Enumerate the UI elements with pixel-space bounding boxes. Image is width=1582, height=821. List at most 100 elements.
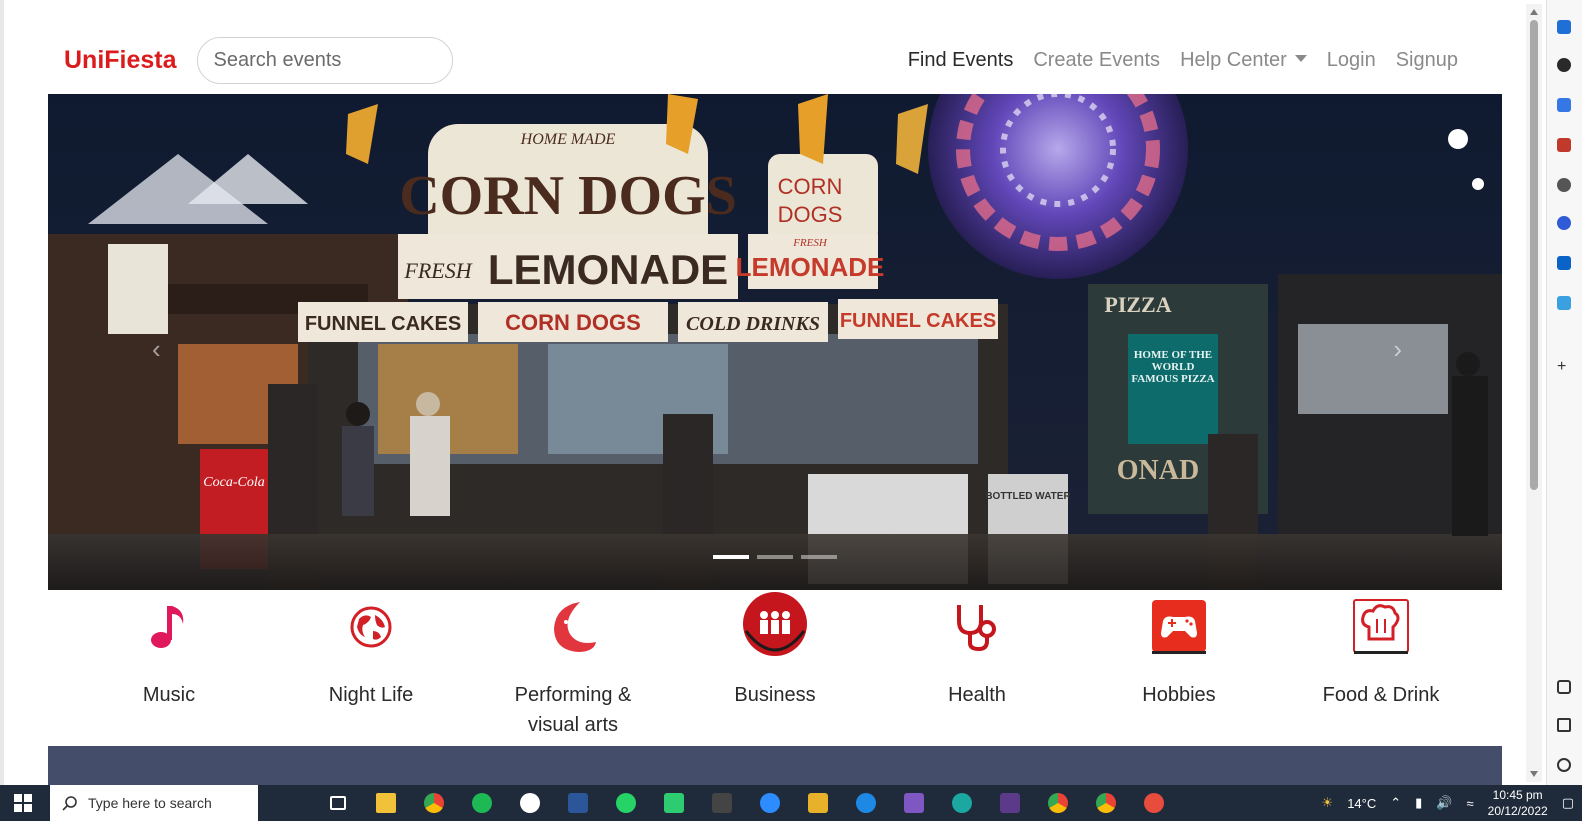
time: 10:45 pm bbox=[1492, 788, 1543, 802]
word-icon[interactable] bbox=[560, 789, 596, 817]
cold-drinks-sign: COLD DRINKS bbox=[686, 313, 820, 335]
briefcase-icon[interactable] bbox=[1557, 138, 1571, 152]
category-label: Hobbies bbox=[1142, 684, 1216, 706]
spotify-icon[interactable] bbox=[464, 789, 500, 817]
search-icon[interactable] bbox=[1557, 58, 1571, 72]
home-of-pizza-sign: HOME OF THE WORLD FAMOUS PIZZA bbox=[1131, 349, 1215, 385]
nav-find-events[interactable]: Find Events bbox=[908, 49, 1014, 72]
zoom-icon[interactable] bbox=[752, 789, 788, 817]
funnel-cakes-sign-2: FUNNEL CAKES bbox=[840, 310, 996, 332]
search-placeholder: Search events bbox=[213, 48, 342, 71]
battery-icon[interactable]: ▮ bbox=[1415, 795, 1422, 811]
category-label: Night Life bbox=[328, 684, 414, 706]
scroll-down-arrow-icon[interactable] bbox=[1530, 771, 1538, 777]
category-hobbies[interactable]: Hobbies bbox=[1079, 592, 1279, 710]
funnel-cakes-sign-1: FUNNEL CAKES bbox=[305, 313, 461, 335]
scroll-thumb[interactable] bbox=[1530, 20, 1538, 490]
browser-viewport: UniFiesta Search events Find Events Crea… bbox=[0, 0, 1546, 786]
chrome-profile-icon[interactable] bbox=[1040, 789, 1076, 817]
carousel-indicator-3[interactable] bbox=[801, 555, 837, 559]
tag-icon[interactable] bbox=[1557, 98, 1571, 112]
footer-bar bbox=[48, 746, 1502, 786]
copilot-icon[interactable] bbox=[1557, 216, 1571, 230]
person-icon[interactable] bbox=[1557, 178, 1571, 192]
hero-carousel[interactable]: Coca-Cola HOME MADE CORN DOGS CORN DOGS … bbox=[48, 94, 1502, 590]
search-input[interactable]: Search events bbox=[196, 36, 453, 84]
carousel-indicator-2[interactable] bbox=[757, 555, 793, 559]
outlook-icon[interactable] bbox=[1557, 256, 1571, 270]
stethoscope-icon bbox=[877, 592, 1077, 662]
page-scrollbar[interactable] bbox=[1526, 4, 1542, 782]
browser-sidebar: + bbox=[1546, 0, 1582, 785]
chrome-profile-2-icon[interactable] bbox=[1088, 789, 1124, 817]
external-link-icon[interactable] bbox=[1557, 718, 1571, 732]
taskbar-search[interactable]: Type here to search bbox=[50, 785, 258, 821]
window-icon[interactable] bbox=[1557, 680, 1571, 694]
category-label-line2: visual arts bbox=[527, 714, 619, 736]
nav-login[interactable]: Login bbox=[1327, 49, 1376, 72]
pizza-sign: PIZZA bbox=[1104, 292, 1171, 317]
windows-taskbar: Type here to search ☀ 14°C ⌃ ▮ 🔊 ≈ 10:45… bbox=[0, 785, 1582, 821]
bell-icon[interactable] bbox=[1557, 20, 1571, 34]
carousel-prev-arrow-icon[interactable]: ‹ bbox=[152, 334, 161, 365]
category-label: Health bbox=[948, 684, 1006, 706]
whatsapp-icon[interactable] bbox=[608, 789, 644, 817]
notifications-icon[interactable]: ▢ bbox=[1562, 795, 1574, 811]
globe-icon bbox=[271, 592, 471, 662]
nav-signup[interactable]: Signup bbox=[1396, 49, 1458, 72]
category-label: Business bbox=[734, 684, 816, 706]
terminal-icon[interactable] bbox=[992, 789, 1028, 817]
category-health[interactable]: Health bbox=[877, 592, 1077, 710]
windows-start-icon[interactable] bbox=[0, 785, 46, 821]
date: 20/12/2022 bbox=[1487, 804, 1548, 818]
file-explorer-icon[interactable] bbox=[368, 789, 404, 817]
nav-links: Find Events Create Events Help Center Lo… bbox=[908, 49, 1458, 72]
paint-icon[interactable] bbox=[800, 789, 836, 817]
category-performing-arts[interactable]: Performing & visual arts bbox=[473, 592, 673, 740]
brand-logo[interactable]: UniFiesta bbox=[64, 46, 177, 75]
carousel-next-arrow-icon[interactable]: › bbox=[1393, 334, 1402, 365]
blue-app-icon[interactable] bbox=[848, 789, 884, 817]
weather-icon[interactable]: ☀ bbox=[1322, 795, 1334, 811]
category-label: Music bbox=[142, 684, 196, 706]
gamepad-icon bbox=[1079, 592, 1279, 662]
category-label: Performing & visual arts bbox=[473, 680, 673, 740]
settings-icon[interactable] bbox=[1557, 758, 1571, 772]
fresh-sign: FRESH bbox=[403, 258, 472, 283]
search-icon bbox=[62, 796, 77, 811]
category-night-life[interactable]: Night Life bbox=[271, 592, 471, 710]
navbar: UniFiesta Search events Find Events Crea… bbox=[48, 36, 1468, 84]
volume-icon[interactable]: 🔊 bbox=[1436, 795, 1452, 811]
visual-studio-icon[interactable] bbox=[896, 789, 932, 817]
caret-down-icon bbox=[1294, 54, 1307, 62]
chrome-icon[interactable] bbox=[416, 789, 452, 817]
corn-small-sign: CORN bbox=[778, 174, 843, 199]
edge-icon[interactable] bbox=[944, 789, 980, 817]
dev-icon[interactable] bbox=[704, 789, 740, 817]
nav-help-center[interactable]: Help Center bbox=[1180, 49, 1307, 72]
red-app-icon[interactable] bbox=[1136, 789, 1172, 817]
carousel-indicators bbox=[713, 555, 837, 559]
corn-dogs-big-sign: CORN DOGS bbox=[399, 165, 737, 227]
system-tray: ☀ 14°C ⌃ ▮ 🔊 ≈ 10:45 pm 20/12/2022 ▢ bbox=[1322, 787, 1582, 819]
chef-hat-icon bbox=[1281, 592, 1481, 662]
coca-cola-sign: Coca-Cola bbox=[203, 475, 264, 490]
music-note-icon bbox=[69, 592, 269, 662]
task-view-icon[interactable] bbox=[320, 789, 356, 817]
category-food-drink[interactable]: Food & Drink bbox=[1281, 592, 1481, 710]
wordpad-icon[interactable] bbox=[512, 789, 548, 817]
nav-create-events[interactable]: Create Events bbox=[1033, 49, 1160, 72]
category-music[interactable]: Music bbox=[69, 592, 269, 710]
temperature[interactable]: 14°C bbox=[1347, 796, 1376, 811]
carousel-indicator-1[interactable] bbox=[713, 555, 749, 559]
green-app-icon[interactable] bbox=[656, 789, 692, 817]
corn-dogs-sign: CORN DOGS bbox=[505, 310, 641, 335]
scroll-up-arrow-icon[interactable] bbox=[1530, 9, 1538, 15]
wifi-icon[interactable]: ≈ bbox=[1467, 796, 1474, 811]
dogs-small-sign: DOGS bbox=[778, 202, 843, 227]
telegram-icon[interactable] bbox=[1557, 296, 1571, 310]
clock[interactable]: 10:45 pm 20/12/2022 bbox=[1488, 787, 1548, 819]
category-business[interactable]: Business bbox=[675, 592, 875, 710]
chevron-up-icon[interactable]: ⌃ bbox=[1390, 795, 1401, 811]
add-icon[interactable]: + bbox=[1557, 359, 1571, 375]
